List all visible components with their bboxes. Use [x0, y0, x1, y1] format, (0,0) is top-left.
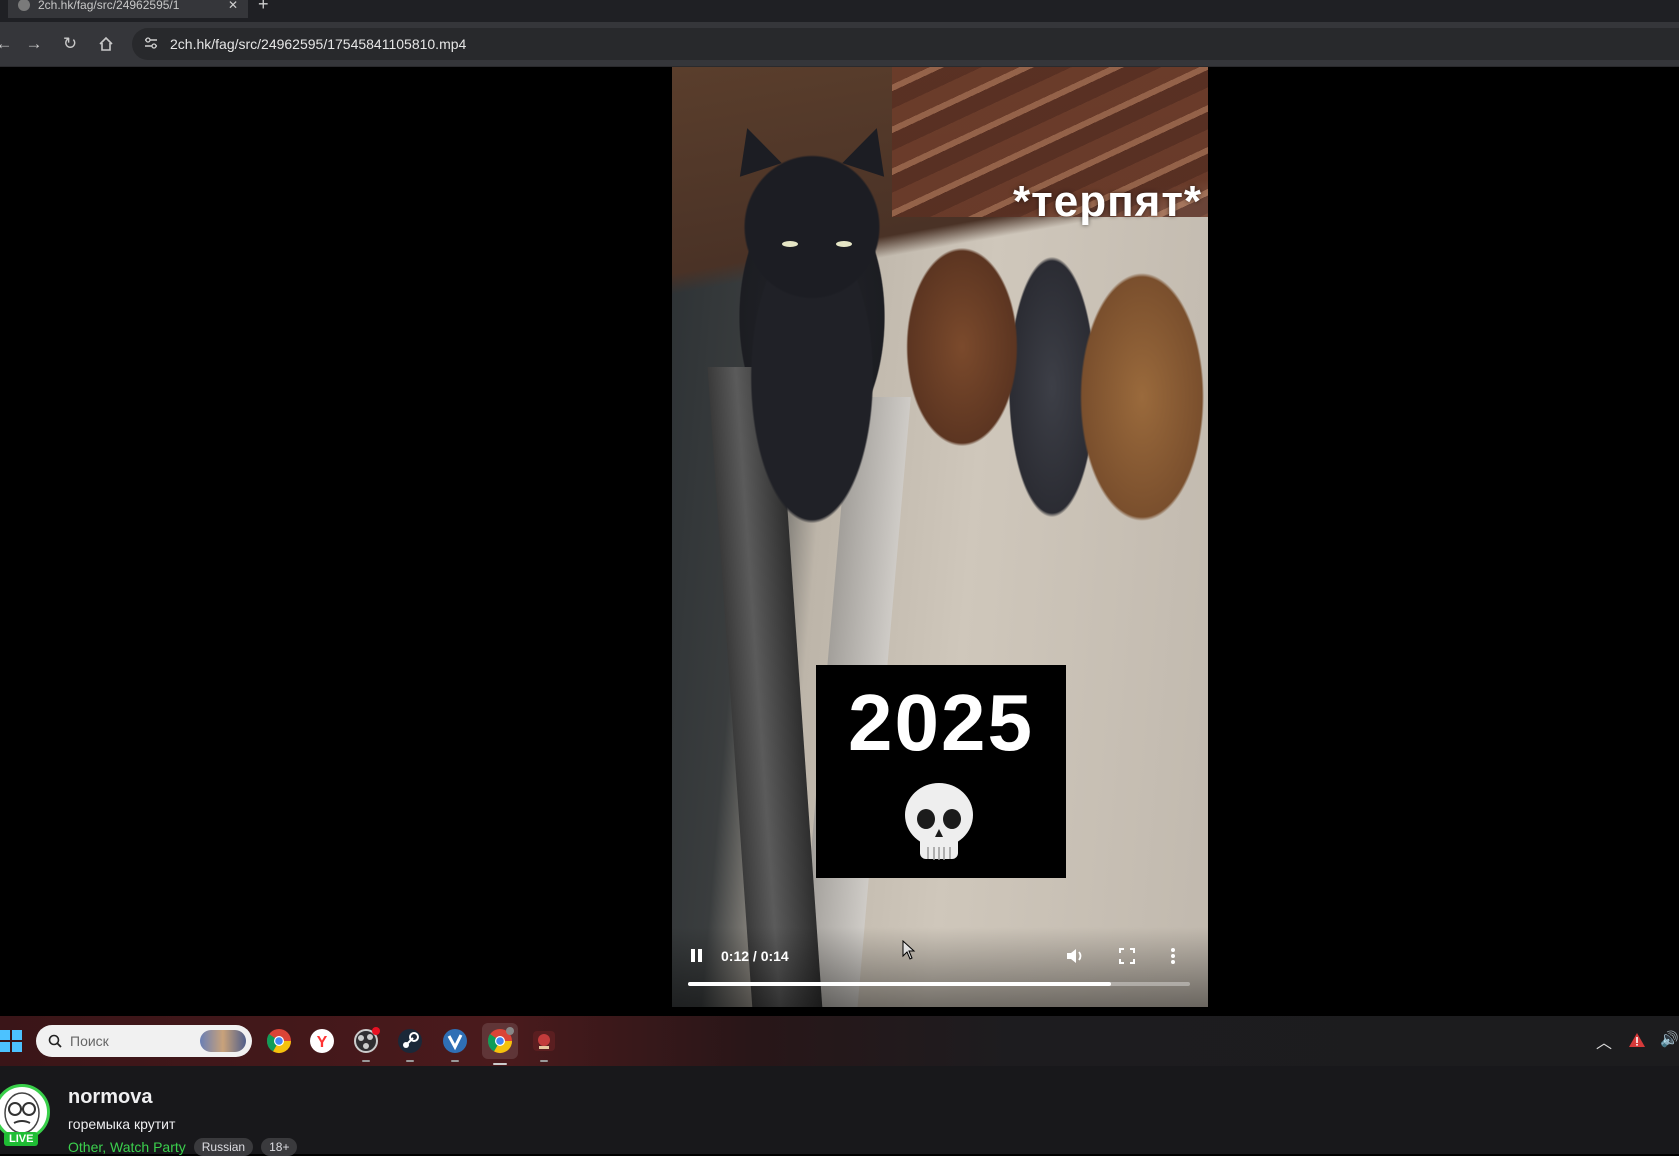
- tray-volume-icon[interactable]: 🔊: [1660, 1030, 1679, 1048]
- search-icon: [48, 1034, 62, 1048]
- stream-meta: Other, Watch Party Russian 18+: [68, 1138, 298, 1156]
- favicon-icon: [18, 0, 30, 11]
- taskbar-search[interactable]: Поиск: [36, 1025, 252, 1057]
- search-highlight-image: [200, 1030, 246, 1052]
- pause-icon[interactable]: [688, 947, 704, 965]
- cat-eye: [782, 241, 798, 247]
- black-cat: [712, 107, 912, 527]
- year-overlay: 2025: [816, 665, 1066, 878]
- tab-strip: 2ch.hk/fag/src/24962595/1 ✕ +: [0, 0, 1679, 22]
- chrome-active-icon[interactable]: [482, 1023, 518, 1065]
- browser-tab[interactable]: 2ch.hk/fag/src/24962595/1 ✕: [8, 0, 248, 18]
- vpn-icon[interactable]: [440, 1026, 470, 1062]
- steam-icon[interactable]: [395, 1026, 425, 1062]
- reload-icon[interactable]: ↻: [58, 32, 82, 56]
- search-placeholder: Поиск: [70, 1033, 109, 1049]
- home-icon[interactable]: [94, 32, 118, 56]
- more-options-icon[interactable]: [1162, 945, 1184, 967]
- svg-text:Y: Y: [317, 1034, 328, 1051]
- url-text: 2ch.hk/fag/src/24962595/17545841105810.m…: [170, 36, 467, 52]
- address-bar[interactable]: 2ch.hk/fag/src/24962595/17545841105810.m…: [132, 28, 1679, 60]
- game-icon[interactable]: [529, 1026, 559, 1062]
- progress-bar[interactable]: [688, 982, 1190, 986]
- cat-eye: [836, 241, 852, 247]
- tag-age-rating[interactable]: 18+: [261, 1138, 298, 1156]
- new-tab-button[interactable]: +: [258, 0, 269, 15]
- cat-ear: [842, 121, 898, 177]
- yandex-browser-icon[interactable]: Y: [307, 1026, 337, 1056]
- year-caption: 2025: [848, 678, 1034, 767]
- video-player[interactable]: *терпят* 2025 0:12 / 0:14: [672, 67, 1208, 1007]
- browser-toolbar: ← → ↻ 2ch.hk/fag/src/24962595/1754584110…: [0, 22, 1679, 67]
- stream-title: горемыка крутит: [68, 1116, 176, 1132]
- fullscreen-icon[interactable]: [1116, 945, 1138, 967]
- video-controls: 0:12 / 0:14: [672, 927, 1208, 1007]
- category-link[interactable]: Other, Watch Party: [68, 1139, 186, 1155]
- obs-icon[interactable]: [351, 1026, 381, 1062]
- tab-close-icon[interactable]: ✕: [228, 0, 238, 12]
- skull-icon: [905, 783, 973, 860]
- site-info-icon[interactable]: [136, 36, 166, 52]
- tray-expand-icon[interactable]: ︿: [1596, 1029, 1612, 1053]
- live-badge: LIVE: [4, 1132, 39, 1146]
- video-caption: *терпят*: [1013, 177, 1202, 226]
- forward-icon[interactable]: →: [22, 32, 46, 56]
- volume-icon[interactable]: [1064, 945, 1086, 967]
- chrome-icon[interactable]: [264, 1026, 294, 1056]
- warning-icon[interactable]: [1628, 1032, 1646, 1048]
- windows-start-icon[interactable]: [0, 1030, 22, 1052]
- tab-title: 2ch.hk/fag/src/24962595/1: [38, 0, 180, 12]
- tag-language[interactable]: Russian: [193, 1138, 254, 1156]
- cat-ear: [726, 121, 782, 177]
- time-display: 0:12 / 0:14: [721, 948, 789, 964]
- stream-info-bar: LIVE normova горемыка крутит Other, Watc…: [0, 1066, 1679, 1156]
- channel-name[interactable]: normova: [68, 1086, 152, 1109]
- windows-taskbar: Поиск Y ︿ 🔊: [0, 1016, 1679, 1066]
- progress-fill: [688, 982, 1112, 986]
- back-icon[interactable]: ←: [0, 32, 16, 56]
